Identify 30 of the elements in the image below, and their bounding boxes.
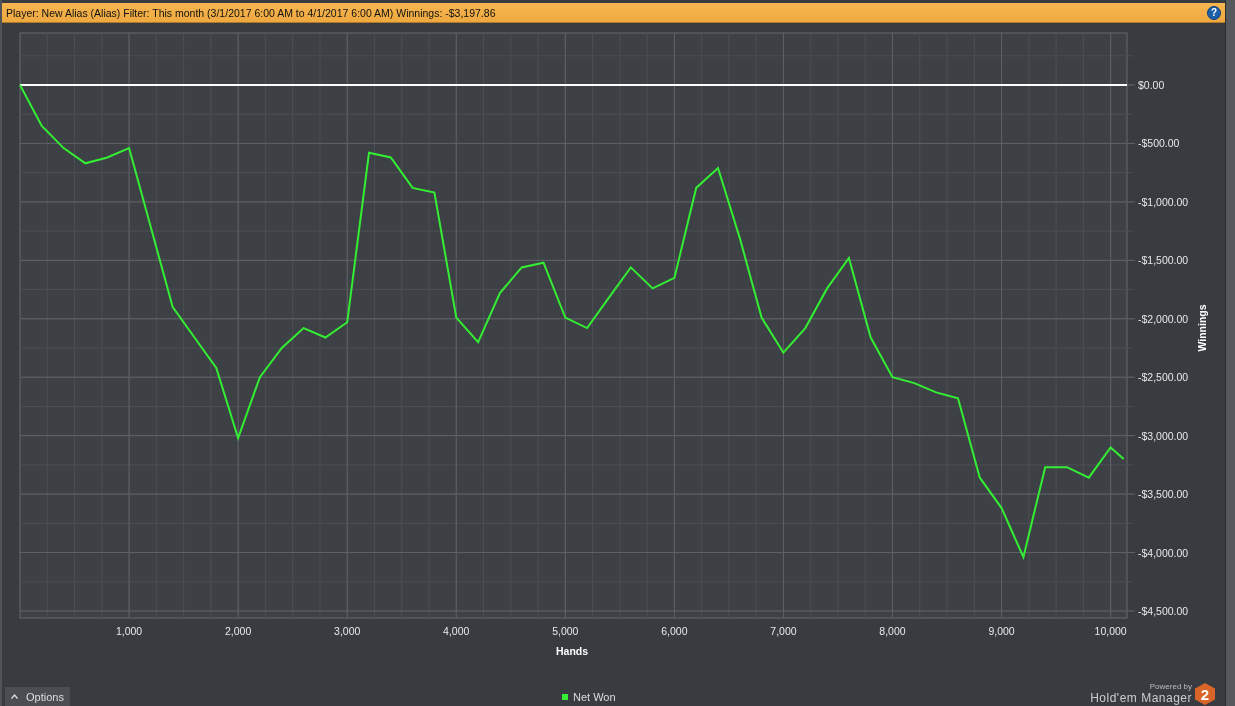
caret-icon <box>11 694 18 699</box>
x-axis-label: 8,000 <box>879 625 906 637</box>
x-axis-label: 5,000 <box>552 625 579 637</box>
x-axis-title: Hands <box>555 645 589 657</box>
product-name: Hold'em Manager <box>1090 691 1192 705</box>
y-axis-label: -$1,500.00 <box>1138 254 1189 267</box>
x-axis-label: 9,000 <box>988 625 1015 637</box>
options-button[interactable]: Options <box>5 687 70 706</box>
filter-summary: Player: New Alias (Alias) Filter: This month (3/1/2017 6:00 AM to 4/1/2017 6:00 AM) Winnings: -$3,197.86 <box>6 6 496 19</box>
x-axis-label: 4,000 <box>443 625 470 637</box>
y-axis-label: -$4,500.00 <box>1138 605 1189 617</box>
y-axis-title: Winnings <box>1196 304 1208 352</box>
legend-label: Net Won <box>573 691 616 703</box>
x-axis-label: 1,000 <box>115 625 143 637</box>
y-axis-label: -$3,000.00 <box>1138 429 1189 442</box>
y-axis-label: -$3,500.00 <box>1138 488 1189 501</box>
version-badge: 2 <box>1195 683 1215 705</box>
help-button[interactable]: ? <box>1207 5 1221 20</box>
y-axis-label: -$2,500.00 <box>1138 371 1189 384</box>
x-axis-label: 3,000 <box>334 625 361 637</box>
powered-by-text: Powered by <box>1149 682 1192 691</box>
y-axis-label: -$4,000.00 <box>1138 546 1189 559</box>
y-axis-label: $0.00 <box>1138 79 1165 91</box>
x-axis-label: 6,000 <box>661 625 688 637</box>
x-axis-label: 2,000 <box>225 625 252 637</box>
y-axis-label: -$500.00 <box>1138 137 1180 150</box>
x-axis-label: 10,000 <box>1094 625 1127 637</box>
y-axis-label: -$2,000.00 <box>1138 312 1189 325</box>
y-axis-label: -$1,000.00 <box>1138 195 1189 208</box>
x-axis-label: 7,000 <box>770 625 797 637</box>
